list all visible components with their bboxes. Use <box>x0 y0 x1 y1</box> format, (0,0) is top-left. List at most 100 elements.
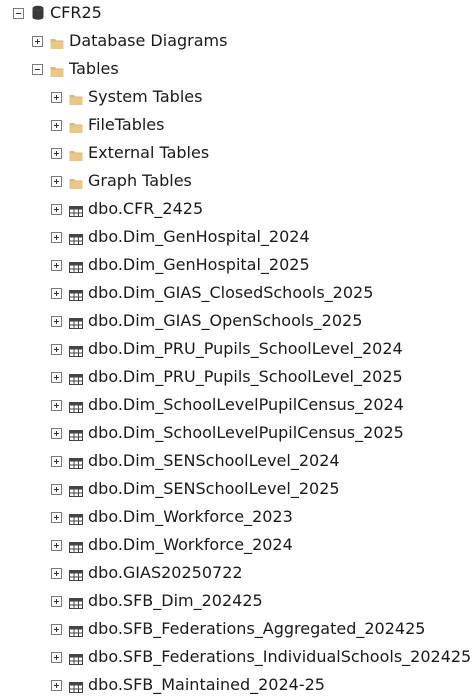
tree-node-system-tables[interactable]: System Tables <box>0 84 474 112</box>
expand-toggle[interactable] <box>51 232 62 243</box>
table-icon <box>69 511 83 525</box>
table-icon <box>69 287 83 301</box>
table-icon <box>69 371 83 385</box>
expand-toggle[interactable] <box>51 652 62 663</box>
tree-node-tables[interactable]: Tables <box>0 56 474 84</box>
table-icon <box>69 623 83 637</box>
expand-toggle[interactable] <box>51 120 62 131</box>
table-icon <box>69 315 83 329</box>
table-icon <box>69 203 83 217</box>
expand-toggle[interactable] <box>32 36 43 47</box>
expand-toggle[interactable] <box>51 596 62 607</box>
tree-node-table[interactable]: dbo.GIAS20250722 <box>0 560 474 588</box>
database-label: CFR25 <box>50 3 102 22</box>
tree-node-table[interactable]: dbo.Dim_Workforce_2024 <box>0 532 474 560</box>
tree-node-table[interactable]: dbo.Dim_SENSchoolLevel_2025 <box>0 476 474 504</box>
table-label: dbo.Dim_Workforce_2024 <box>88 535 293 554</box>
expand-toggle[interactable] <box>51 204 62 215</box>
table-label: dbo.Dim_GIAS_ClosedSchools_2025 <box>88 283 374 302</box>
table-label: dbo.Dim_PRU_Pupils_SchoolLevel_2024 <box>88 339 403 358</box>
expand-toggle[interactable] <box>51 512 62 523</box>
expand-toggle[interactable] <box>51 484 62 495</box>
table-label: dbo.Dim_SchoolLevelPupilCensus_2024 <box>88 395 404 414</box>
expand-toggle[interactable] <box>51 92 62 103</box>
table-label: dbo.Dim_SENSchoolLevel_2024 <box>88 451 340 470</box>
table-icon <box>69 651 83 665</box>
tree-node-database[interactable]: CFR25 <box>0 0 474 28</box>
folder-icon <box>69 91 83 105</box>
table-label: dbo.Dim_Workforce_2023 <box>88 507 293 526</box>
folder-label: FileTables <box>88 115 165 134</box>
collapse-toggle[interactable] <box>13 8 24 19</box>
collapse-toggle[interactable] <box>32 64 43 75</box>
tree-node-table[interactable]: dbo.Dim_SchoolLevelPupilCensus_2024 <box>0 392 474 420</box>
table-icon <box>69 399 83 413</box>
table-label: dbo.Dim_GenHospital_2024 <box>88 227 310 246</box>
expand-toggle[interactable] <box>51 568 62 579</box>
tree-node-table[interactable]: dbo.SFB_Federations_IndividualSchools_20… <box>0 644 474 672</box>
tree-node-external-tables[interactable]: External Tables <box>0 140 474 168</box>
table-icon <box>69 343 83 357</box>
tree-node-filetables[interactable]: FileTables <box>0 112 474 140</box>
tree-node-table[interactable]: dbo.CFR_2425 <box>0 196 474 224</box>
tree-node-table[interactable]: dbo.Dim_SENSchoolLevel_2024 <box>0 448 474 476</box>
table-icon <box>69 483 83 497</box>
folder-icon <box>50 63 64 77</box>
tree-node-table[interactable]: dbo.SFB_Maintained_2024-25 <box>0 672 474 700</box>
expand-toggle[interactable] <box>51 176 62 187</box>
expand-toggle[interactable] <box>51 260 62 271</box>
folder-label: Graph Tables <box>88 171 192 190</box>
table-label: dbo.Dim_GIAS_OpenSchools_2025 <box>88 311 363 330</box>
table-label: dbo.SFB_Dim_202425 <box>88 591 263 610</box>
tree-node-table[interactable]: dbo.Dim_Workforce_2023 <box>0 504 474 532</box>
table-icon <box>69 567 83 581</box>
expand-toggle[interactable] <box>51 680 62 691</box>
table-icon <box>69 539 83 553</box>
tree-node-table[interactable]: dbo.Dim_GIAS_ClosedSchools_2025 <box>0 280 474 308</box>
tree-node-database-diagrams[interactable]: Database Diagrams <box>0 28 474 56</box>
expand-toggle[interactable] <box>51 456 62 467</box>
table-label: dbo.Dim_GenHospital_2025 <box>88 255 310 274</box>
folder-label: External Tables <box>88 143 210 162</box>
tree-node-table[interactable]: dbo.Dim_PRU_Pupils_SchoolLevel_2025 <box>0 364 474 392</box>
table-label: dbo.Dim_SENSchoolLevel_2025 <box>88 479 340 498</box>
table-label: dbo.Dim_SchoolLevelPupilCensus_2025 <box>88 423 404 442</box>
tree-node-table[interactable]: dbo.Dim_GIAS_OpenSchools_2025 <box>0 308 474 336</box>
tree-node-table[interactable]: dbo.SFB_Federations_Aggregated_202425 <box>0 616 474 644</box>
object-explorer-tree: CFR25 Database Diagrams Tables System Ta… <box>0 0 474 698</box>
tree-node-table[interactable]: dbo.Dim_GenHospital_2024 <box>0 224 474 252</box>
table-icon <box>69 427 83 441</box>
table-icon <box>69 231 83 245</box>
expand-toggle[interactable] <box>51 540 62 551</box>
tree-node-graph-tables[interactable]: Graph Tables <box>0 168 474 196</box>
table-label: dbo.GIAS20250722 <box>88 563 243 582</box>
expand-toggle[interactable] <box>51 372 62 383</box>
folder-icon <box>69 175 83 189</box>
table-label: dbo.SFB_Federations_Aggregated_202425 <box>88 619 426 638</box>
database-icon <box>31 5 45 21</box>
table-label: dbo.SFB_Maintained_2024-25 <box>88 675 325 694</box>
expand-toggle[interactable] <box>51 316 62 327</box>
folder-icon <box>69 147 83 161</box>
table-icon <box>69 679 83 693</box>
expand-toggle[interactable] <box>51 400 62 411</box>
tree-node-table[interactable]: dbo.Dim_GenHospital_2025 <box>0 252 474 280</box>
expand-toggle[interactable] <box>51 428 62 439</box>
tree-node-table[interactable]: dbo.Dim_PRU_Pupils_SchoolLevel_2024 <box>0 336 474 364</box>
folder-label: System Tables <box>88 87 203 106</box>
table-label: dbo.Dim_PRU_Pupils_SchoolLevel_2025 <box>88 367 403 386</box>
table-label: dbo.SFB_Federations_IndividualSchools_20… <box>88 647 472 666</box>
expand-toggle[interactable] <box>51 624 62 635</box>
table-icon <box>69 595 83 609</box>
expand-toggle[interactable] <box>51 344 62 355</box>
folder-icon <box>50 35 64 49</box>
expand-toggle[interactable] <box>51 288 62 299</box>
expand-toggle[interactable] <box>51 148 62 159</box>
folder-label: Tables <box>69 59 119 78</box>
folder-label: Database Diagrams <box>69 31 228 50</box>
table-icon <box>69 259 83 273</box>
tree-node-table[interactable]: dbo.SFB_Dim_202425 <box>0 588 474 616</box>
folder-icon <box>69 119 83 133</box>
table-icon <box>69 455 83 469</box>
tree-node-table[interactable]: dbo.Dim_SchoolLevelPupilCensus_2025 <box>0 420 474 448</box>
